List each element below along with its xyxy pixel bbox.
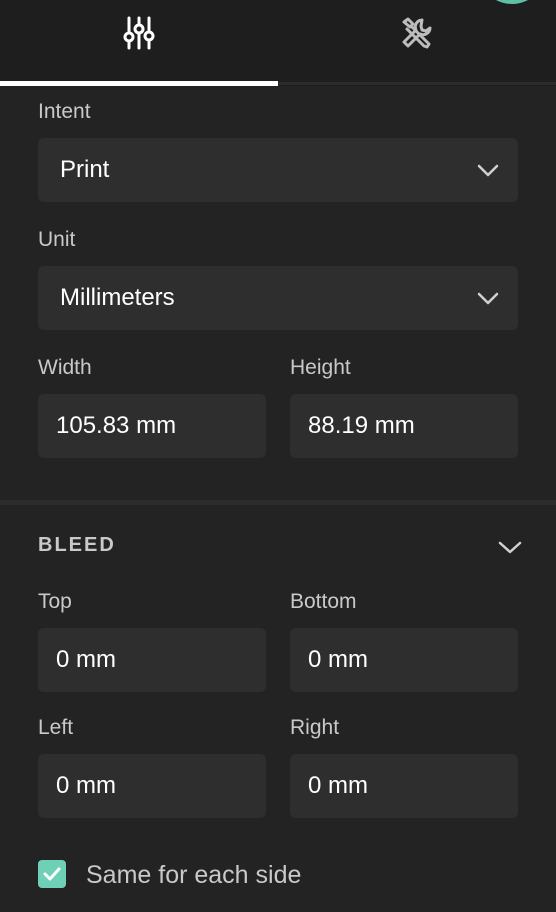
bleed-top-label: Top bbox=[38, 590, 72, 613]
chevron-down-icon bbox=[477, 164, 499, 177]
chevron-down-icon bbox=[477, 292, 499, 305]
bleed-right-label: Right bbox=[290, 716, 340, 739]
bleed-right-input[interactable]: 0 mm bbox=[290, 754, 518, 818]
bleed-bottom-input[interactable]: 0 mm bbox=[290, 628, 518, 692]
bleed-left-label: Left bbox=[38, 716, 74, 739]
width-input[interactable]: 105.83 mm bbox=[38, 394, 266, 458]
height-label: Height bbox=[290, 356, 351, 379]
bleed-section-title: BLEED bbox=[38, 534, 116, 556]
tab-tools[interactable] bbox=[278, 0, 556, 84]
width-label: Width bbox=[38, 356, 92, 379]
bleed-left-input[interactable]: 0 mm bbox=[38, 754, 266, 818]
intent-select[interactable]: Print bbox=[38, 138, 518, 202]
same-for-each-side-label[interactable]: Same for each side bbox=[86, 861, 301, 889]
tab-bar bbox=[0, 0, 556, 86]
unit-value: Millimeters bbox=[60, 284, 175, 311]
unit-select[interactable]: Millimeters bbox=[38, 266, 518, 330]
bleed-top-input[interactable]: 0 mm bbox=[38, 628, 266, 692]
tools-icon bbox=[402, 17, 432, 49]
checkmark-icon bbox=[43, 867, 61, 881]
intent-label: Intent bbox=[38, 100, 91, 123]
bleed-panel bbox=[0, 505, 556, 912]
tab-divider bbox=[278, 82, 556, 85]
height-input[interactable]: 88.19 mm bbox=[290, 394, 518, 458]
bleed-bottom-label: Bottom bbox=[290, 590, 357, 613]
intent-value: Print bbox=[60, 156, 110, 183]
bleed-collapse-chevron-icon[interactable] bbox=[497, 537, 523, 557]
unit-label: Unit bbox=[38, 228, 76, 251]
same-for-each-side-checkbox[interactable] bbox=[38, 860, 66, 888]
tab-adjustments[interactable] bbox=[0, 0, 278, 84]
sliders-icon bbox=[123, 16, 155, 50]
